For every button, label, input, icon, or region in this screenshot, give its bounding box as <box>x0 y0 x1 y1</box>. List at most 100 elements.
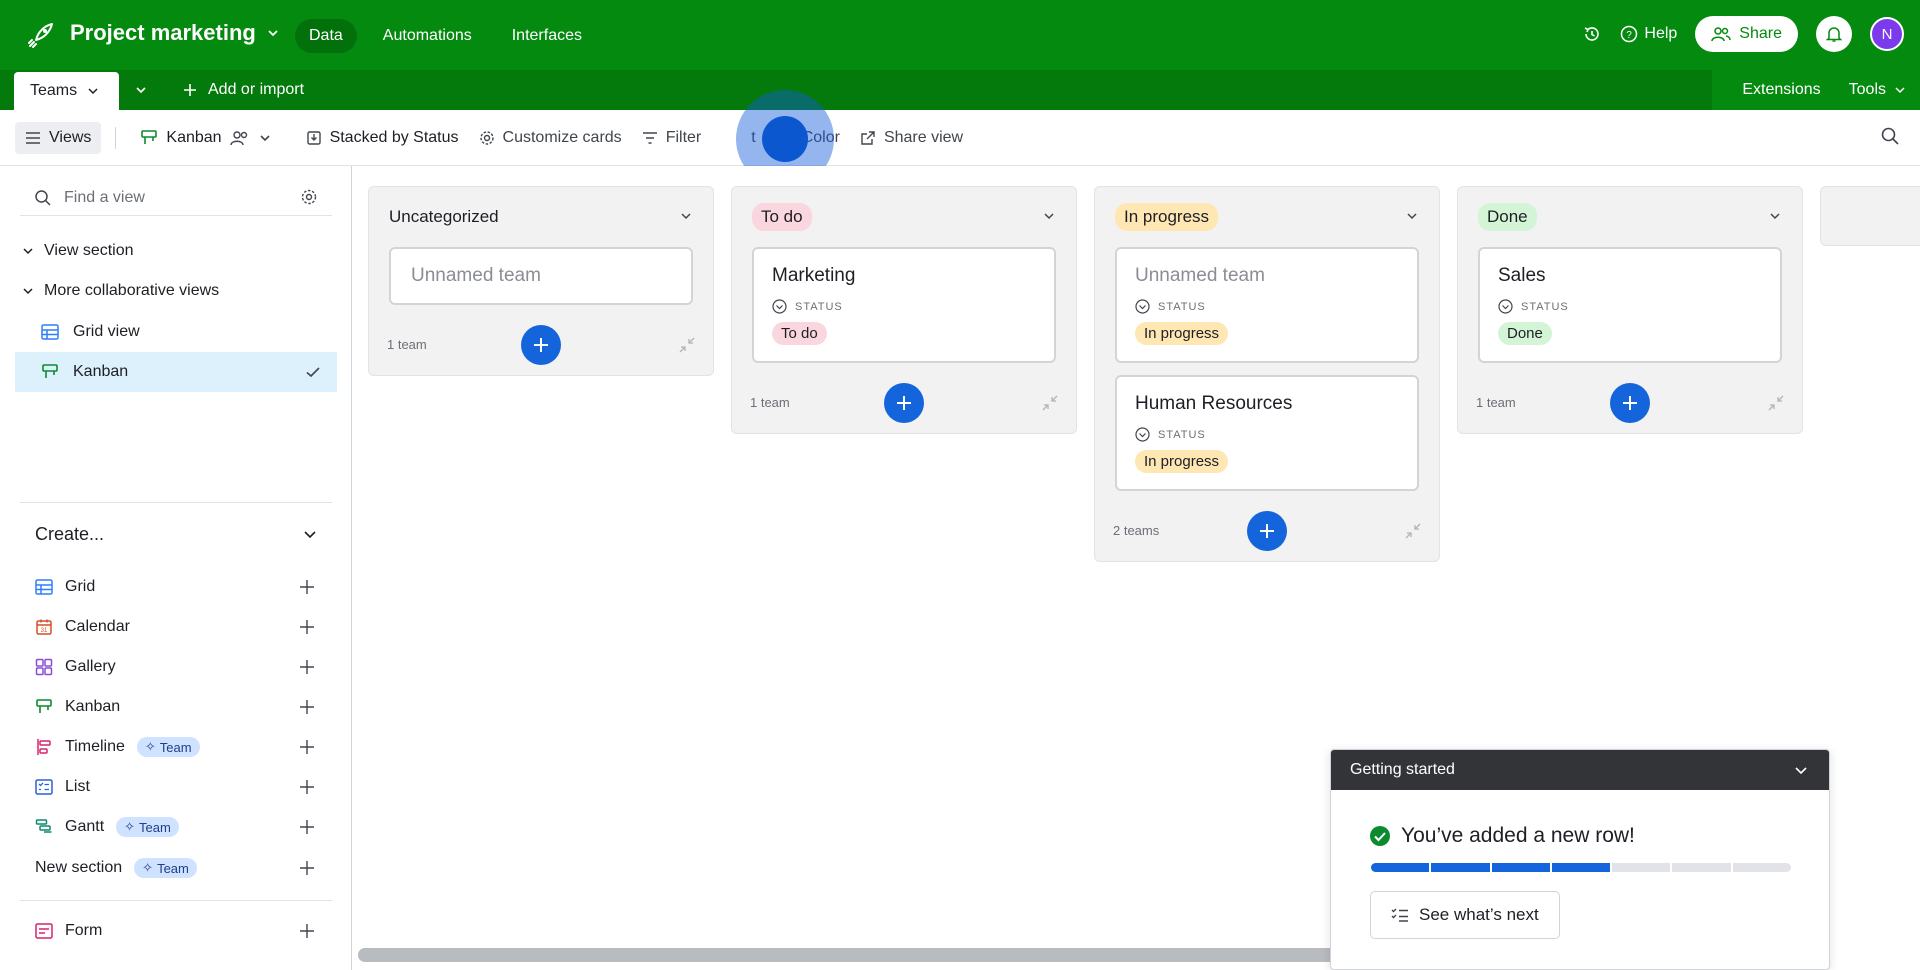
plus-icon <box>300 740 314 754</box>
list-icon <box>35 779 53 795</box>
customize-cards-button[interactable]: Customize cards <box>469 122 632 154</box>
add-record-button[interactable] <box>521 325 561 365</box>
chevron-down-icon[interactable] <box>1768 209 1782 223</box>
plus-icon <box>1260 524 1274 538</box>
chevron-down-icon <box>23 248 33 255</box>
chevron-down-icon[interactable] <box>302 526 318 542</box>
record-card[interactable]: Unnamed team STATUS In progress <box>1115 247 1419 363</box>
create-timeline[interactable]: Timeline ✧ Team <box>35 732 315 762</box>
plus-icon <box>300 660 314 674</box>
progress-segment <box>1672 863 1731 872</box>
share-button[interactable]: Share <box>1695 16 1798 52</box>
chevron-down-icon[interactable] <box>1793 762 1809 778</box>
create-label: Calendar <box>65 618 130 635</box>
collapse-icon[interactable] <box>1042 395 1058 411</box>
gantt-icon <box>35 819 52 833</box>
create-label: Gallery <box>65 658 116 675</box>
create-label: Timeline <box>65 738 125 755</box>
notifications-button[interactable] <box>1816 16 1852 52</box>
record-card[interactable]: Sales STATUS Done <box>1478 247 1782 363</box>
tabbar-actions: Extensions Tools <box>1742 70 1906 110</box>
sidebar-divider <box>20 502 332 503</box>
add-or-import-button[interactable]: Add or import <box>182 70 304 110</box>
view-section-label: View section <box>44 242 134 259</box>
view-item-grid[interactable]: Grid view <box>15 312 337 352</box>
chevron-down-icon[interactable] <box>1042 209 1056 223</box>
view-section[interactable]: View section <box>22 242 134 260</box>
collapse-icon[interactable] <box>679 337 695 353</box>
stack-icon <box>306 130 321 145</box>
add-record-button[interactable] <box>1247 511 1287 551</box>
record-card[interactable]: Marketing STATUS To do <box>752 247 1056 363</box>
stack-footer: 1 team <box>1458 375 1802 433</box>
gear-icon[interactable] <box>300 188 318 206</box>
help-label: Help <box>1644 25 1678 42</box>
chevron-down-icon[interactable] <box>1405 209 1419 223</box>
add-stack-placeholder[interactable] <box>1820 186 1920 246</box>
views-toggle-button[interactable]: Views <box>15 121 102 154</box>
timeline-icon <box>37 739 51 755</box>
tools-button[interactable]: Tools <box>1849 81 1906 99</box>
progress-segment <box>1371 863 1430 872</box>
rocket-logo-icon[interactable] <box>26 20 56 50</box>
user-avatar[interactable]: N <box>1870 17 1904 51</box>
add-record-button[interactable] <box>1610 383 1650 423</box>
filter-button[interactable]: Filter <box>632 122 712 154</box>
search-icon[interactable] <box>1880 126 1900 146</box>
view-switcher[interactable]: Kanban <box>130 122 281 154</box>
getting-started-progress <box>1371 863 1791 872</box>
progress-segment <box>1431 863 1490 872</box>
record-card[interactable]: Unnamed team <box>389 247 693 305</box>
app-header: Project marketing Data Automations Inter… <box>0 0 1920 70</box>
stack-done: Done Sales STATUS Done 1 team <box>1457 186 1803 434</box>
create-calendar[interactable]: 31 Calendar <box>35 612 315 642</box>
add-record-button[interactable] <box>884 383 924 423</box>
chevron-down-icon[interactable] <box>679 209 693 223</box>
find-view-field[interactable]: Find a view <box>20 180 332 216</box>
view-item-kanban[interactable]: Kanban <box>15 352 337 392</box>
views-sidebar: Find a view View section More collaborat… <box>0 166 352 970</box>
see-whats-next-button[interactable]: See what’s next <box>1370 891 1560 939</box>
create-new-section[interactable]: New section ✧ Team <box>35 853 315 883</box>
all-tables-button[interactable] <box>128 70 154 110</box>
nav-data[interactable]: Data <box>295 19 357 53</box>
share-view-button[interactable]: Share view <box>850 122 973 154</box>
stack-footer: 2 teams <box>1095 503 1439 561</box>
collaborative-views-section[interactable]: More collaborative views <box>22 282 219 300</box>
team-plan-badge: ✧ Team <box>134 858 197 878</box>
create-kanban[interactable]: Kanban <box>35 692 315 722</box>
base-name-menu[interactable]: Project marketing <box>70 20 280 46</box>
create-gantt[interactable]: Gantt ✧ Team <box>35 812 315 842</box>
stack-count: 2 teams <box>1113 523 1160 538</box>
collapse-icon[interactable] <box>1405 523 1421 539</box>
create-form[interactable]: Form <box>35 916 315 946</box>
stack-header: Uncategorized <box>369 187 713 247</box>
getting-started-header[interactable]: Getting started <box>1331 750 1829 790</box>
create-list[interactable]: List <box>35 772 315 802</box>
view-toolbar: Views Kanban Stacked by Status Customize… <box>0 110 1920 166</box>
plus-icon <box>897 396 911 410</box>
create-grid[interactable]: Grid <box>35 572 315 602</box>
chevron-down-icon <box>1895 87 1905 94</box>
view-name: Kanban <box>166 128 222 146</box>
stack-header: In progress <box>1095 187 1439 247</box>
chevron-down-icon <box>259 134 270 141</box>
collapse-icon[interactable] <box>1768 395 1784 411</box>
check-circle-icon <box>1370 826 1390 846</box>
chevron-down-icon <box>23 288 33 295</box>
bell-icon <box>1825 27 1843 42</box>
create-gallery[interactable]: Gallery <box>35 652 315 682</box>
help-button[interactable]: ? Help <box>1620 25 1677 43</box>
nav-automations[interactable]: Automations <box>369 19 486 53</box>
badge-label: Team <box>139 819 171 835</box>
progress-segment <box>1491 863 1550 872</box>
nav-interfaces[interactable]: Interfaces <box>498 19 596 53</box>
stack-footer: 1 team <box>732 375 1076 433</box>
field-name: STATUS <box>1158 300 1206 313</box>
table-tab-teams[interactable]: Teams <box>14 72 120 110</box>
record-card[interactable]: Human Resources STATUS In progress <box>1115 375 1419 491</box>
history-icon[interactable] <box>1582 24 1602 44</box>
extensions-button[interactable]: Extensions <box>1742 81 1820 99</box>
tools-label: Tools <box>1848 81 1886 98</box>
stacked-by-button[interactable]: Stacked by Status <box>296 122 469 154</box>
